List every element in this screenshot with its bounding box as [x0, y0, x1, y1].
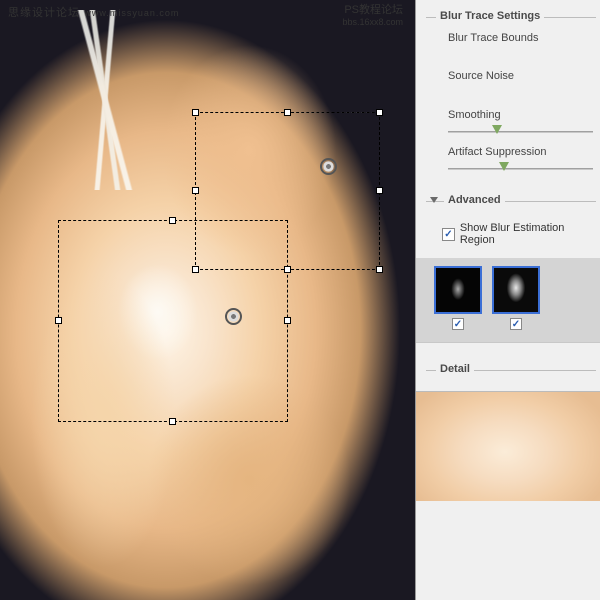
checkbox-icon[interactable]: ✓	[452, 318, 464, 330]
blur-trace-bounds-label: Blur Trace Bounds	[448, 32, 600, 44]
resize-handle[interactable]	[284, 109, 291, 116]
smoothing-slider[interactable]: Smoothing	[448, 109, 600, 139]
thumb-image[interactable]	[492, 266, 540, 314]
resize-handle[interactable]	[169, 217, 176, 224]
chevron-down-icon[interactable]	[430, 197, 438, 203]
resize-handle[interactable]	[376, 109, 383, 116]
checkbox-icon[interactable]: ✓	[510, 318, 522, 330]
slider-thumb[interactable]	[492, 125, 502, 134]
smoothing-label: Smoothing	[448, 109, 600, 121]
source-noise-label: Source Noise	[448, 70, 600, 82]
blur-trace-thumbnails: ✓ ✓	[416, 258, 600, 343]
resize-handle[interactable]	[376, 187, 383, 194]
watermark-right: PS教程论坛 bbs.16xx8.com	[342, 4, 403, 28]
watermark-left: 思缘设计论坛 www.missyuan.com	[8, 4, 179, 20]
resize-handle[interactable]	[192, 109, 199, 116]
flower-stamens	[30, 10, 180, 190]
settings-panel: Blur Trace Settings Blur Trace Bounds So…	[415, 0, 600, 600]
resize-handle[interactable]	[192, 187, 199, 194]
blur-trace-thumb-2[interactable]: ✓	[492, 266, 540, 330]
resize-handle[interactable]	[284, 317, 291, 324]
image-canvas[interactable]: 思缘设计论坛 www.missyuan.com PS教程论坛 bbs.16xx8…	[0, 0, 415, 600]
checkbox-icon[interactable]: ✓	[442, 228, 455, 241]
group-advanced[interactable]: Advanced	[426, 194, 596, 208]
thumb-image[interactable]	[434, 266, 482, 314]
artifact-suppression-label: Artifact Suppression	[448, 146, 600, 158]
show-regions-label: Show Blur Estimation Region	[460, 222, 600, 246]
selection-region-2[interactable]	[195, 112, 380, 270]
resize-handle[interactable]	[376, 266, 383, 273]
blur-trace-marker[interactable]	[225, 308, 242, 325]
resize-handle[interactable]	[169, 418, 176, 425]
slider-thumb[interactable]	[499, 162, 509, 171]
resize-handle[interactable]	[192, 266, 199, 273]
resize-handle[interactable]	[284, 266, 291, 273]
group-blur-trace-settings: Blur Trace Settings	[426, 10, 596, 24]
group-detail: Detail	[426, 363, 596, 377]
blur-trace-marker[interactable]	[320, 158, 337, 175]
blur-trace-thumb-1[interactable]: ✓	[434, 266, 482, 330]
resize-handle[interactable]	[55, 317, 62, 324]
detail-preview	[416, 391, 600, 501]
artifact-suppression-slider[interactable]: Artifact Suppression	[448, 146, 600, 176]
show-blur-estimation-checkbox[interactable]: ✓ Show Blur Estimation Region	[442, 222, 600, 246]
